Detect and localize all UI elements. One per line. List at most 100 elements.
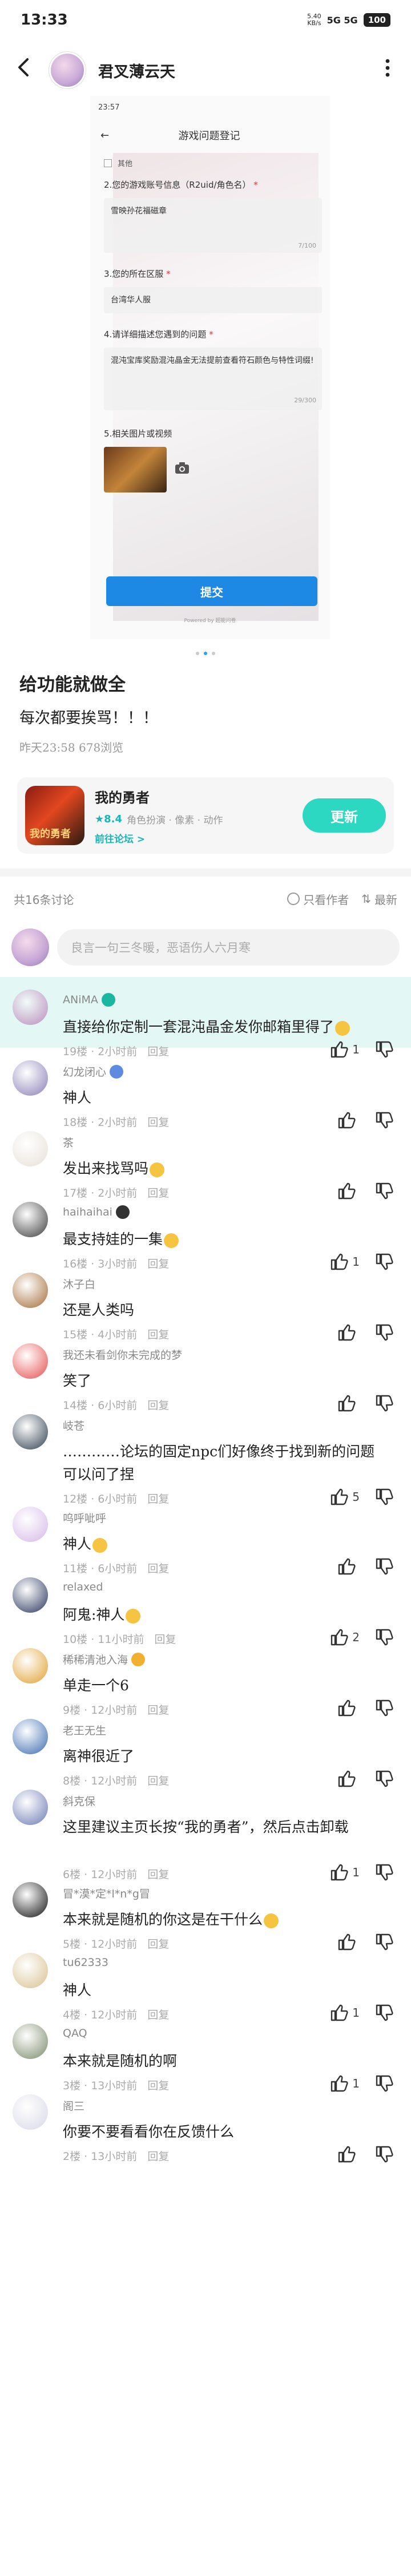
commenter-avatar[interactable] <box>13 1343 48 1379</box>
image-answer-2-count: 7/100 <box>298 242 316 249</box>
comment-item[interactable]: ANiMA 直接给你定制一套混沌晶金发你邮箱里得了 19楼 · 2小时前 回复 1 <box>0 977 411 1058</box>
image-question-4: 4.请详细描述您遇到的问题 * <box>104 329 213 340</box>
sort-toggle[interactable]: ⇅ 最新 <box>361 891 397 907</box>
status-time: 13:33 <box>21 11 68 29</box>
dislike-button[interactable] <box>374 2145 394 2164</box>
game-forum-link[interactable]: 前往论坛 > <box>95 831 303 845</box>
back-icon[interactable] <box>15 57 43 83</box>
commenter-name[interactable]: haihaihai <box>63 1206 112 1218</box>
commenter-avatar[interactable] <box>13 1719 48 1754</box>
post-image[interactable]: 23:57 ← 游戏问题登记 其他 2.您的游戏账号信息（R2uid/角色名） … <box>90 96 330 639</box>
like-button[interactable] <box>337 2145 360 2164</box>
commenter-name[interactable]: 呜呼呲呼 <box>63 1510 106 1525</box>
comment-item[interactable]: 幻龙闭心 神人 18楼 · 2小时前 回复 <box>0 1048 411 1129</box>
commenter-name-row[interactable]: 茶 <box>63 1134 74 1150</box>
level-badge-icon <box>101 993 115 1007</box>
commenter-name[interactable]: 沐子白 <box>63 1276 95 1291</box>
commenter-name-row[interactable]: haihaihai <box>63 1205 130 1219</box>
game-card[interactable]: 我的勇者 我的勇者 ★8.4 角色扮演 · 像素 · 动作 前往论坛 > 更新 <box>17 777 394 854</box>
comment-item[interactable]: tu62333 神人 4楼 · 12小时前 回复 1 <box>0 1940 411 2021</box>
commenter-name[interactable]: 幻龙闭心 <box>63 1064 106 1079</box>
comment-text-row: 本来就是随机的你这是在干什么 <box>63 1908 388 1931</box>
update-button[interactable]: 更新 <box>303 798 386 833</box>
author-avatar[interactable] <box>49 52 86 88</box>
commenter-name[interactable]: 冒*漠*定*l*n*g冒 <box>63 1885 150 1901</box>
comment-item[interactable]: 沐子白 还是人类吗 15楼 · 4小时前 回复 <box>0 1260 411 1341</box>
commenter-name[interactable]: 老王无生 <box>63 1722 106 1738</box>
commenter-avatar[interactable] <box>13 1131 48 1166</box>
comment-item[interactable]: 我还未看剑你未完成的梦 笑了 14楼 · 6小时前 回复 <box>0 1331 411 1412</box>
emoji-icon <box>150 1162 165 1177</box>
comment-item[interactable]: 稀稀清池入海 单走一个6 9楼 · 12小时前 回复 <box>0 1636 411 1717</box>
commenter-name-row[interactable]: ANiMA <box>63 993 115 1007</box>
commenter-name-row[interactable]: 我还未看剑你未完成的梦 <box>63 1347 182 1362</box>
emoji-icon <box>92 1537 108 1553</box>
image-question-2-text: 2.您的游戏账号信息（R2uid/角色名） <box>104 180 251 190</box>
commenter-name-row[interactable]: 冒*漠*定*l*n*g冒 <box>63 1885 150 1901</box>
commenter-avatar[interactable] <box>13 1273 48 1308</box>
commenter-name[interactable]: 稀稀清池入海 <box>63 1652 128 1667</box>
reply-button[interactable]: 回复 <box>147 2150 169 2163</box>
level-badge-icon <box>115 1205 130 1219</box>
commenter-avatar[interactable] <box>13 2024 48 2059</box>
commenter-avatar[interactable] <box>13 1202 48 1237</box>
only-author-toggle[interactable]: 只看作者 <box>287 891 349 907</box>
commenter-name[interactable]: 我还未看剑你未完成的梦 <box>63 1347 182 1362</box>
reply-input[interactable]: 良言一句三冬暖，恶语伤人六月寒 <box>57 929 400 966</box>
comment-text: 这里建议主页长按“我的勇者”，然后点击卸载 <box>63 1819 349 1835</box>
more-icon[interactable] <box>379 58 396 82</box>
commenter-avatar[interactable] <box>13 1882 48 1917</box>
comment-text: 直接给你定制一套混沌晶金发你邮箱里得了 <box>63 1019 335 1035</box>
commenter-avatar[interactable] <box>13 1648 48 1683</box>
comment-item[interactable]: 老王无生 离神很近了 8楼 · 12小时前 回复 <box>0 1706 411 1787</box>
commenter-name-row[interactable]: 岐苍 <box>63 1418 84 1433</box>
battery-icon: 100 <box>363 13 390 27</box>
comment-text: 单走一个6 <box>63 1677 129 1694</box>
commenter-avatar[interactable] <box>13 2094 48 2130</box>
image-checkbox-other: 其他 <box>104 158 322 168</box>
commenter-name[interactable]: 岐苍 <box>63 1418 84 1433</box>
commenter-name[interactable]: 茶 <box>63 1134 74 1150</box>
commenter-avatar[interactable] <box>13 1060 48 1096</box>
comment-item[interactable]: haihaihai 最支持娃的一集 16楼 · 3小时前 回复 1 <box>0 1189 411 1270</box>
commenter-avatar[interactable] <box>13 990 48 1025</box>
commenter-name-row[interactable]: 老王无生 <box>63 1722 106 1738</box>
commenter-avatar[interactable] <box>13 1790 48 1825</box>
comment-item[interactable]: 岐苍 …………论坛的固定npc们好像终于找到新的问题可以问了捏 12楼 · 6小时前… <box>0 1402 411 1505</box>
thumbs-down-icon <box>376 2146 393 2163</box>
commenter-avatar[interactable] <box>13 1953 48 1988</box>
image-answer-3-text: 台湾华人服 <box>111 296 151 305</box>
commenter-name-row[interactable]: 沐子白 <box>63 1276 95 1291</box>
comment-item[interactable]: QAQ 本来就是随机的啊 3楼 · 13小时前 回复 1 <box>0 2011 411 2092</box>
commenter-name[interactable]: tu62333 <box>63 1956 108 1969</box>
commenter-name[interactable]: 阁三 <box>63 2098 84 2113</box>
status-icons: 5.40 KB/s 5G 5G 100 <box>307 13 390 27</box>
comment-item[interactable]: 冒*漠*定*l*n*g冒 本来就是随机的你这是在干什么 5楼 · 12小时前 回复 <box>0 1870 411 1951</box>
commenter-name-row[interactable]: 斜克保 <box>63 1793 95 1808</box>
comment-item[interactable]: relaxed 阿鬼:神人 10楼 · 11小时前 回复 2 <box>0 1565 411 1646</box>
commenter-avatar[interactable] <box>13 1507 48 1542</box>
commenter-name-row[interactable]: 幻龙闭心 <box>63 1064 124 1079</box>
commenter-name-row[interactable]: 稀稀清池入海 <box>63 1652 146 1667</box>
comment-item[interactable]: 斜克保 这里建议主页长按“我的勇者”，然后点击卸载 6楼 · 12小时前 回复 1 <box>0 1777 411 1881</box>
commenter-name-row[interactable]: 阁三 <box>63 2098 84 2113</box>
network-speed: 5.40 KB/s <box>307 13 321 27</box>
comment-text-row: 最支持娃的一集 <box>63 1228 388 1251</box>
commenter-name[interactable]: 斜克保 <box>63 1793 95 1808</box>
commenter-avatar[interactable] <box>13 1577 48 1613</box>
commenter-avatar[interactable] <box>13 1414 48 1449</box>
discussion-count: 共16条讨论 <box>14 893 74 907</box>
commenter-name[interactable]: relaxed <box>63 1581 103 1593</box>
commenter-name-row[interactable]: 呜呼呲呼 <box>63 1510 106 1525</box>
comment-item[interactable]: 茶发出来找骂吗 17楼 · 2小时前 回复 <box>0 1119 411 1200</box>
commenter-name-row[interactable]: tu62333 <box>63 1956 108 1969</box>
commenter-name-row[interactable]: relaxed <box>63 1581 103 1593</box>
image-submit-button: 提交 <box>106 576 317 606</box>
status-bar: 13:33 5.40 KB/s 5G 5G 100 <box>0 0 411 40</box>
commenter-name[interactable]: ANiMA <box>63 994 98 1006</box>
author-name[interactable]: 君叉薄云天 <box>98 59 379 82</box>
commenter-name[interactable]: QAQ <box>63 2027 87 2040</box>
commenter-name-row[interactable]: QAQ <box>63 2027 87 2040</box>
comment-item[interactable]: 阁三 你要不要看看你在反馈什么 2楼 · 13小时前 回复 <box>0 2082 411 2163</box>
comment-item[interactable]: 呜呼呲呼 神人 11楼 · 6小时前 回复 <box>0 1494 411 1575</box>
